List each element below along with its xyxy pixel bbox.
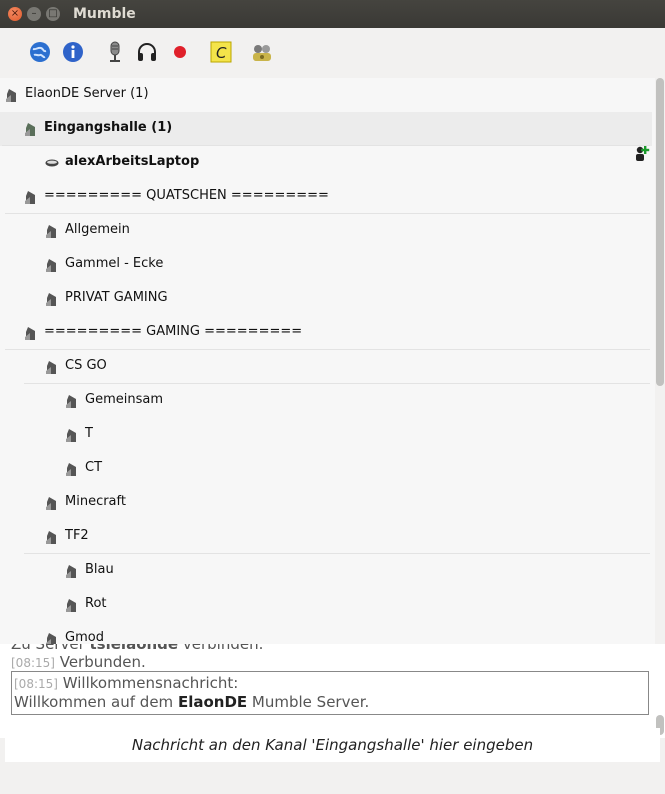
close-window-button[interactable]: ×: [8, 7, 22, 21]
chat-log[interactable]: Zu Server tsielaonde verbinden. [08:15] …: [0, 644, 665, 738]
tree-row-label: Gemeinsam: [85, 392, 163, 407]
tree-channel-row[interactable]: Eingangshalle (1): [0, 112, 652, 146]
info-icon[interactable]: [61, 40, 85, 64]
channel-icon: [66, 599, 76, 612]
close-icon: ×: [10, 8, 20, 19]
headphones-icon[interactable]: [135, 40, 159, 64]
tree-row-label: Allgemein: [65, 222, 130, 237]
channel-tree[interactable]: ElaonDE Server (1) Eingangshalle (1) alexA…: [0, 78, 655, 644]
tree-row-label: CT: [85, 460, 103, 475]
tree-channel-row[interactable]: ========= QUATSCHEN =========: [0, 180, 652, 214]
tree-row-label: T: [85, 426, 93, 441]
channel-icon: [46, 633, 56, 644]
tree-row-label: Blau: [85, 562, 114, 577]
microphone-icon[interactable]: [103, 40, 127, 64]
tree-server-row[interactable]: ElaonDE Server (1): [0, 78, 652, 112]
toolbar: C: [0, 28, 665, 76]
tree-scrollbar[interactable]: [656, 78, 664, 386]
title-bar: × – □ Mumble: [0, 0, 665, 28]
channel-icon: [66, 395, 76, 408]
log-partial-line: Zu Server tsielaonde verbinden.: [11, 644, 264, 653]
tree-channel-row[interactable]: CT: [0, 452, 652, 486]
configure-icon[interactable]: [250, 40, 274, 64]
globe-icon[interactable]: [28, 40, 52, 64]
tree-channel-row[interactable]: Gammel - Ecke: [0, 248, 652, 282]
tree-row-label: Rot: [85, 596, 107, 611]
tree-channel-row[interactable]: Blau: [0, 554, 652, 588]
bottom-area: [0, 762, 665, 794]
channel-icon: [46, 259, 56, 272]
tree-row-label: Gmod: [65, 630, 104, 644]
add-user-icon[interactable]: [633, 144, 651, 162]
tree-row-label: ========= GAMING =========: [44, 324, 303, 339]
channel-icon: [25, 191, 35, 204]
maximize-window-button[interactable]: □: [46, 7, 60, 21]
channel-icon: [46, 531, 56, 544]
tree-channel-row[interactable]: CS GO: [0, 350, 652, 384]
tree-row-label: Gammel - Ecke: [65, 256, 164, 271]
timestamp: [08:15]: [11, 656, 55, 670]
tree-row-label: PRIVAT GAMING: [65, 290, 168, 305]
channel-icon: [66, 429, 76, 442]
log-connected-line: [08:15] Verbunden.: [11, 653, 146, 671]
maximize-icon: □: [48, 8, 58, 19]
minimize-icon: –: [31, 8, 37, 19]
tree-row-label: Eingangshalle (1): [44, 120, 173, 135]
tree-channel-row[interactable]: Allgemein: [0, 214, 652, 248]
timestamp: [08:15]: [14, 677, 58, 691]
tree-row-label: alexArbeitsLaptop: [65, 154, 200, 169]
user-talking-icon: [45, 159, 59, 167]
window-title: Mumble: [73, 6, 136, 22]
channel-icon: [46, 497, 56, 510]
tree-channel-row[interactable]: T: [0, 418, 652, 452]
svg-text:C: C: [216, 44, 227, 62]
channel-icon: [6, 89, 16, 102]
tree-row-label: Minecraft: [65, 494, 126, 509]
tree-channel-row[interactable]: TF2: [0, 520, 652, 554]
channel-icon: [66, 463, 76, 476]
tree-channel-row[interactable]: Minecraft: [0, 486, 652, 520]
record-icon[interactable]: [168, 40, 192, 64]
channel-icon: [25, 327, 35, 340]
tree-user-row[interactable]: alexArbeitsLaptop: [0, 146, 652, 180]
tree-channel-row[interactable]: ========= GAMING =========: [0, 316, 652, 350]
message-input[interactable]: Nachricht an den Kanal 'Eingangshalle' h…: [5, 728, 660, 762]
welcome-message: [08:15] Willkommensnachricht: Willkommen…: [11, 671, 649, 715]
tree-row-label: TF2: [65, 528, 89, 543]
tree-row-label: ========= QUATSCHEN =========: [44, 188, 329, 203]
minimize-window-button[interactable]: –: [27, 7, 41, 21]
channel-active-icon: [25, 123, 35, 136]
channel-icon: [46, 293, 56, 306]
tree-channel-row[interactable]: PRIVAT GAMING: [0, 282, 652, 316]
tree-channel-row[interactable]: Gemeinsam: [0, 384, 652, 418]
tree-channel-row[interactable]: Gmod: [0, 622, 652, 644]
channel-icon: [66, 565, 76, 578]
tree-row-label: CS GO: [65, 358, 107, 373]
tree-channel-row[interactable]: Rot: [0, 588, 652, 622]
tree-row-label: ElaonDE Server (1): [25, 86, 149, 101]
comment-icon[interactable]: C: [209, 40, 233, 64]
channel-icon: [46, 361, 56, 374]
channel-icon: [46, 225, 56, 238]
